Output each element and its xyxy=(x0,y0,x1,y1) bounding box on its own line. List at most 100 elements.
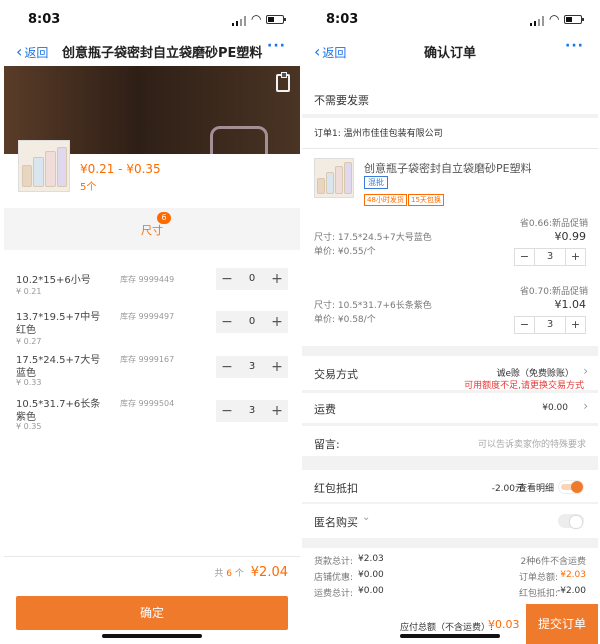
anonymous-row: 匿名购买 ⌄ xyxy=(302,504,598,538)
clipboard-icon[interactable] xyxy=(276,72,290,92)
variant-price: ¥ 0.21 xyxy=(16,287,42,296)
shipping-total-label: 运费总计: xyxy=(314,589,354,599)
chevron-right-icon: › xyxy=(583,364,588,378)
quantity-stepper: − 3 + xyxy=(514,316,586,334)
quantity-value[interactable]: 0 xyxy=(238,268,266,290)
mixed-batch-tag: 混批 xyxy=(364,176,388,189)
sku-unit-price: 单价: ¥0.58/个 xyxy=(314,315,376,325)
return-15d-tag: 15天包换 xyxy=(408,194,444,206)
decrement-button[interactable]: − xyxy=(515,317,535,333)
quantity-value[interactable]: 0 xyxy=(238,311,266,333)
chevron-down-icon[interactable]: ⌄ xyxy=(362,512,370,523)
more-icon[interactable]: ··· xyxy=(565,38,584,54)
sku-size: 尺寸: 10.5*31.7+6长条紫色 xyxy=(314,301,432,311)
red-packet-label: 红包抵扣 xyxy=(314,482,358,495)
payable-amount: ¥0.03 xyxy=(488,618,520,631)
quantity-stepper: − 0 + xyxy=(216,268,288,290)
quantity-stepper: − 3 + xyxy=(514,248,586,266)
page-title: 确认订单 xyxy=(423,46,476,61)
status-time: 8:03 xyxy=(28,12,61,27)
invoice-label: 不需要发票 xyxy=(314,94,369,107)
sku-promo[interactable]: 省0.66:新品促销 xyxy=(520,216,588,229)
goods-total-value: ¥2.03 xyxy=(358,554,384,564)
item-thumbnail xyxy=(314,158,354,198)
nav-bar: ‹ 返回 确认订单 ··· xyxy=(302,36,598,66)
quantity-stepper: − 3 + xyxy=(216,400,288,422)
decrement-button[interactable]: − xyxy=(216,356,238,378)
shipping-value: ¥0.00 xyxy=(542,403,568,413)
anonymous-toggle[interactable] xyxy=(558,514,584,529)
sku-size: 尺寸: 17.5*24.5+7大号蓝色 xyxy=(314,233,432,243)
sku-promo[interactable]: 省0.70:新品促销 xyxy=(520,284,588,297)
status-icons: ◠ xyxy=(530,12,584,26)
size-label: 尺寸 xyxy=(141,224,163,237)
divider xyxy=(4,556,300,557)
increment-button[interactable]: + xyxy=(266,356,288,378)
status-bar: 8:03 ◠ xyxy=(4,0,300,36)
variant-stock: 库存 9999167 xyxy=(120,355,175,364)
variant-name: 10.2*15+6小号 xyxy=(16,275,91,286)
credit-warning: 可用额度不足,请更换交易方式 xyxy=(464,381,584,391)
variant-price: ¥ 0.35 xyxy=(16,422,42,431)
back-label: 返回 xyxy=(24,46,49,60)
sku-price: ¥0.99 xyxy=(554,230,587,243)
variant-price: ¥ 0.27 xyxy=(16,337,42,346)
quantity-stepper: − 0 + xyxy=(216,311,288,333)
trade-method-row[interactable]: 交易方式 诚e赊（免费赊账） 可用额度不足,请更换交易方式 › xyxy=(302,356,598,391)
message-input[interactable]: 可以告诉卖家你的特殊要求 xyxy=(478,437,586,450)
back-button[interactable]: ‹ 返回 xyxy=(16,42,48,61)
quantity-value[interactable]: 3 xyxy=(535,249,565,265)
increment-button[interactable]: + xyxy=(266,268,288,290)
selected-count: 5个 xyxy=(80,182,97,193)
size-tab[interactable]: 6 尺寸 xyxy=(4,208,300,250)
sku-price: ¥1.04 xyxy=(554,298,587,311)
item-kinds-summary: 2种6件不含运费 xyxy=(520,557,586,567)
supplier-name: 订单1: 温州市佳佳包装有限公司 xyxy=(314,129,443,139)
view-details-link[interactable]: 查看明细 xyxy=(518,481,554,494)
wifi-icon: ◠ xyxy=(549,12,560,26)
submit-order-button[interactable]: 提交订单 xyxy=(526,604,598,644)
message-row: 留言: 可以告诉卖家你的特殊要求 xyxy=(302,426,598,456)
chevron-right-icon: › xyxy=(583,399,588,413)
more-icon[interactable]: ··· xyxy=(267,38,286,54)
item-title: 创意瓶子袋密封自立袋磨砂PE塑料 xyxy=(364,162,532,175)
variant-row: 10.5*31.7+6长条紫色 ¥ 0.35 库存 9999504 − 3 + xyxy=(4,398,300,438)
quantity-value[interactable]: 3 xyxy=(238,400,266,422)
decrement-button[interactable]: − xyxy=(216,311,238,333)
decrement-button[interactable]: − xyxy=(515,249,535,265)
variant-name: 17.5*24.5+7大号蓝色 xyxy=(16,355,101,379)
home-indicator xyxy=(400,634,500,638)
invoice-section[interactable]: 不需要发票 xyxy=(302,66,598,114)
status-time: 8:03 xyxy=(326,12,359,27)
decrement-button[interactable]: − xyxy=(216,268,238,290)
battery-icon xyxy=(564,15,584,24)
decrement-button[interactable]: − xyxy=(216,400,238,422)
variant-price: ¥ 0.33 xyxy=(16,378,42,387)
shop-discount-label: 店铺优惠: xyxy=(314,573,354,583)
total-prefix: 共 xyxy=(214,569,224,579)
order-summary: 货款总计: ¥2.03 店铺优惠: ¥0.00 运费总计: ¥0.00 2种6件… xyxy=(302,548,598,604)
increment-button[interactable]: + xyxy=(266,311,288,333)
order-total-value: ¥2.03 xyxy=(560,570,586,580)
quantity-value[interactable]: 3 xyxy=(238,356,266,378)
page-title: 创意瓶子袋密封自立袋磨砂PE塑料 xyxy=(62,46,263,61)
shipping-row[interactable]: 运费 ¥0.00 › xyxy=(302,393,598,423)
increment-button[interactable]: + xyxy=(266,400,288,422)
product-thumbnail xyxy=(18,140,70,192)
increment-button[interactable]: + xyxy=(565,317,585,333)
home-indicator xyxy=(102,634,202,638)
nav-bar: ‹ 返回 创意瓶子袋密封自立袋磨砂PE塑料 ··· xyxy=(4,36,300,66)
divider xyxy=(302,148,598,149)
red-packet-toggle[interactable] xyxy=(558,480,584,494)
increment-button[interactable]: + xyxy=(565,249,585,265)
total-summary: 共 6 个 ¥2.04 xyxy=(214,565,288,580)
payable-label: 应付总额（不含运费）: xyxy=(400,623,494,633)
variant-name: 13.7*19.5+7中号红色 xyxy=(16,312,101,336)
wifi-icon: ◠ xyxy=(251,12,262,26)
total-amount: ¥2.04 xyxy=(250,565,288,580)
sku-selection-screen: 8:03 ◠ ‹ 返回 创意瓶子袋密封自立袋磨砂PE塑料 ··· ¥0.21 - … xyxy=(4,0,300,644)
signal-icon xyxy=(232,16,246,26)
confirm-button[interactable]: 确定 xyxy=(16,596,288,630)
battery-icon xyxy=(266,15,286,24)
quantity-value[interactable]: 3 xyxy=(535,317,565,333)
